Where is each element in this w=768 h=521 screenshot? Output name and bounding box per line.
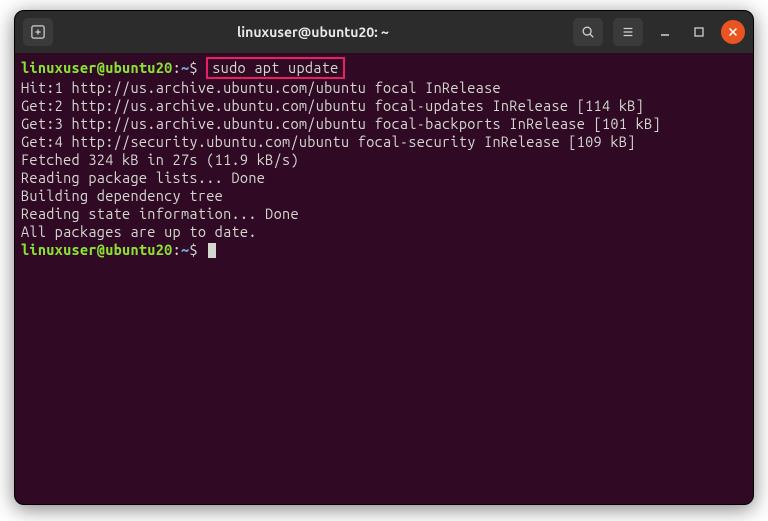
cursor	[208, 243, 216, 258]
command-highlight: sudo apt update	[206, 57, 344, 79]
titlebar-right	[573, 18, 745, 46]
prompt-line-1: linuxuser@ubuntu20:~$ sudo apt update	[21, 57, 747, 79]
hamburger-icon	[621, 25, 635, 39]
prompt-symbol: $	[189, 59, 197, 76]
prompt-user: linuxuser@ubuntu20	[21, 59, 173, 76]
titlebar-center: linuxuser@ubuntu20: ~	[59, 24, 567, 40]
titlebar: linuxuser@ubuntu20: ~	[15, 11, 753, 53]
output-line: Fetched 324 kB in 27s (11.9 kB/s)	[21, 151, 747, 169]
close-button[interactable]	[721, 20, 745, 44]
terminal-body[interactable]: linuxuser@ubuntu20:~$ sudo apt update Hi…	[15, 53, 753, 263]
new-tab-icon	[31, 25, 45, 39]
output-line: Get:3 http://us.archive.ubuntu.com/ubunt…	[21, 115, 747, 133]
output-line: All packages are up to date.	[21, 223, 747, 241]
prompt-user: linuxuser@ubuntu20	[21, 241, 173, 258]
prompt-separator: :	[173, 241, 181, 258]
terminal-window: linuxuser@ubuntu20: ~	[14, 10, 754, 505]
window-title: linuxuser@ubuntu20: ~	[237, 24, 389, 40]
minimize-button[interactable]	[653, 20, 677, 44]
maximize-icon	[693, 26, 705, 38]
new-tab-button[interactable]	[23, 18, 53, 46]
menu-button[interactable]	[613, 18, 643, 46]
maximize-button[interactable]	[687, 20, 711, 44]
prompt-symbol: $	[189, 241, 197, 258]
output-line: Building dependency tree	[21, 187, 747, 205]
search-button[interactable]	[573, 18, 603, 46]
command-text: sudo apt update	[212, 59, 338, 76]
titlebar-left	[23, 18, 53, 46]
output-line: Get:4 http://security.ubuntu.com/ubuntu …	[21, 133, 747, 151]
output-line: Reading state information... Done	[21, 205, 747, 223]
prompt-separator: :	[173, 59, 181, 76]
prompt-line-2: linuxuser@ubuntu20:~$	[21, 241, 747, 259]
output-line: Reading package lists... Done	[21, 169, 747, 187]
output-line: Hit:1 http://us.archive.ubuntu.com/ubunt…	[21, 79, 747, 97]
minimize-icon	[659, 26, 671, 38]
search-icon	[581, 25, 595, 39]
close-icon	[728, 27, 738, 37]
output-line: Get:2 http://us.archive.ubuntu.com/ubunt…	[21, 97, 747, 115]
